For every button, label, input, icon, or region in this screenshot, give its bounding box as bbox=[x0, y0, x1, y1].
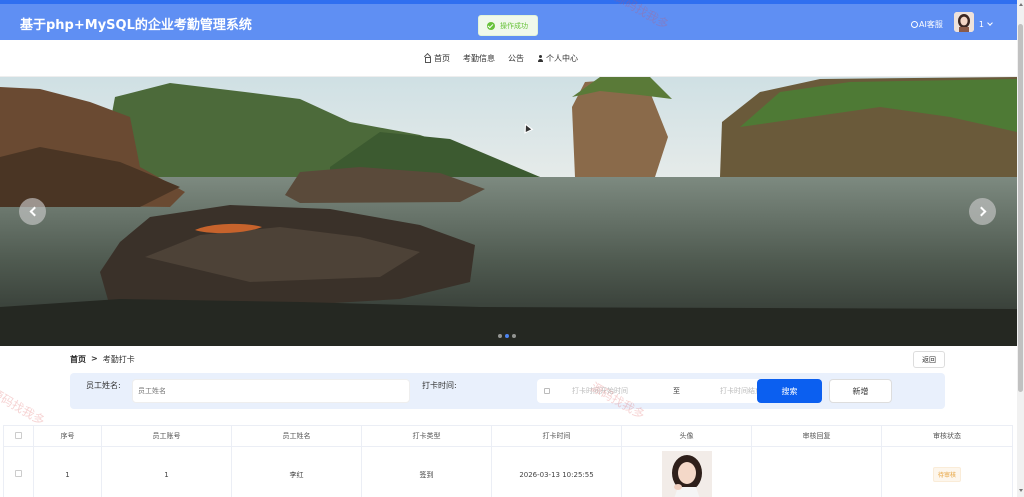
column-header-photo: 头像 bbox=[621, 425, 752, 447]
scroll-up-arrow[interactable] bbox=[1018, 3, 1023, 6]
employee-name-input[interactable] bbox=[132, 379, 410, 403]
employee-photo[interactable] bbox=[661, 450, 712, 497]
column-header-time: 打卡时间 bbox=[491, 425, 622, 447]
select-all-cell bbox=[3, 425, 34, 447]
range-separator: 至 bbox=[673, 387, 680, 395]
cell-photo bbox=[621, 446, 752, 497]
row-select-cell bbox=[3, 446, 34, 497]
nav-item-profile[interactable]: 个人中心 bbox=[537, 53, 578, 64]
column-header-index: 序号 bbox=[33, 425, 102, 447]
cell-time: 2026-03-13 10:25:55 bbox=[491, 446, 622, 497]
back-button[interactable]: 返回 bbox=[913, 351, 945, 368]
table-header-row: 序号 员工账号 员工姓名 打卡类型 打卡时间 头像 审核回复 审核状态 bbox=[3, 425, 1013, 447]
breadcrumb-home[interactable]: 首页 bbox=[70, 354, 86, 365]
scroll-down-arrow[interactable] bbox=[1018, 489, 1023, 492]
nav-label-attendance: 考勤信息 bbox=[463, 54, 495, 63]
breadcrumb-separator: > bbox=[91, 354, 98, 363]
column-header-status: 审核状态 bbox=[881, 425, 1013, 447]
cell-reply bbox=[751, 446, 882, 497]
breadcrumb-current: 考勤打卡 bbox=[102, 355, 135, 364]
attendance-table: 序号 员工账号 员工姓名 打卡类型 打卡时间 头像 审核回复 审核状态 1 1 … bbox=[3, 425, 1013, 497]
row-checkbox[interactable] bbox=[15, 470, 22, 477]
chevron-down-icon[interactable] bbox=[987, 19, 993, 26]
clock-time-label: 打卡时间: bbox=[422, 381, 457, 390]
person-icon bbox=[537, 54, 544, 63]
cell-type: 签到 bbox=[361, 446, 492, 497]
nav-label-profile: 个人中心 bbox=[546, 54, 578, 63]
select-all-checkbox[interactable] bbox=[15, 431, 22, 439]
home-icon bbox=[424, 55, 432, 63]
status-badge: 待审核 bbox=[932, 467, 961, 482]
search-form: 员工姓名: 打卡时间: 打卡时间开始时间 至 打卡时间结束时间 搜索 新增 bbox=[70, 373, 945, 409]
breadcrumb: 首页 > 考勤打卡 bbox=[70, 354, 135, 365]
check-circle-icon bbox=[487, 21, 495, 30]
cell-index: 1 bbox=[33, 446, 102, 497]
nav-label-home: 首页 bbox=[434, 54, 450, 63]
carousel-dot[interactable] bbox=[498, 334, 502, 338]
user-avatar[interactable] bbox=[953, 12, 974, 32]
add-button[interactable]: 新增 bbox=[829, 379, 892, 403]
nav-item-attendance[interactable]: 考勤信息 bbox=[463, 53, 495, 64]
banner-image bbox=[0, 77, 1017, 346]
column-header-type: 打卡类型 bbox=[361, 425, 492, 447]
carousel-next-button[interactable] bbox=[969, 198, 996, 225]
main-nav: 首页 考勤信息 公告 个人中心 bbox=[0, 40, 1017, 77]
nav-label-notice: 公告 bbox=[508, 54, 524, 63]
carousel-indicators bbox=[498, 334, 519, 338]
ai-service-icon bbox=[911, 20, 918, 28]
ai-service-link[interactable]: AI客服 bbox=[911, 19, 943, 30]
carousel-dot[interactable] bbox=[512, 334, 516, 338]
nav-item-notice[interactable]: 公告 bbox=[508, 53, 524, 64]
site-title: 基于php+MySQL的企业考勤管理系统 bbox=[20, 18, 252, 33]
start-time-input[interactable]: 打卡时间开始时间 bbox=[572, 386, 628, 396]
employee-name-label: 员工姓名: bbox=[86, 381, 121, 390]
header-user-area: AI客服 1 bbox=[911, 12, 993, 32]
scrollbar-thumb[interactable] bbox=[1018, 24, 1023, 392]
cell-status: 待审核 bbox=[881, 446, 1013, 497]
watermark: 源码找我多 bbox=[0, 385, 48, 428]
column-header-account: 员工账号 bbox=[101, 425, 232, 447]
success-toast: 操作成功 bbox=[478, 15, 538, 36]
site-header: 基于php+MySQL的企业考勤管理系统 操作成功 AI客服 1 bbox=[0, 4, 1017, 40]
cell-account: 1 bbox=[101, 446, 232, 497]
column-header-name: 员工姓名 bbox=[231, 425, 362, 447]
carousel-dot-active[interactable] bbox=[505, 334, 509, 338]
banner-carousel bbox=[0, 77, 1017, 346]
carousel-prev-button[interactable] bbox=[19, 198, 46, 225]
column-header-reply: 审核回复 bbox=[751, 425, 882, 447]
ai-service-label: AI客服 bbox=[919, 19, 943, 29]
nav-item-home[interactable]: 首页 bbox=[424, 53, 450, 64]
calendar-icon bbox=[544, 388, 550, 394]
search-button[interactable]: 搜索 bbox=[757, 379, 822, 403]
table-row[interactable]: 1 1 李红 签到 2026-03-13 10:25:55 待审核 bbox=[3, 446, 1013, 497]
page-scrollbar[interactable] bbox=[1017, 0, 1024, 497]
user-name[interactable]: 1 bbox=[979, 20, 984, 29]
cell-name: 李红 bbox=[231, 446, 362, 497]
toast-message: 操作成功 bbox=[500, 21, 528, 30]
